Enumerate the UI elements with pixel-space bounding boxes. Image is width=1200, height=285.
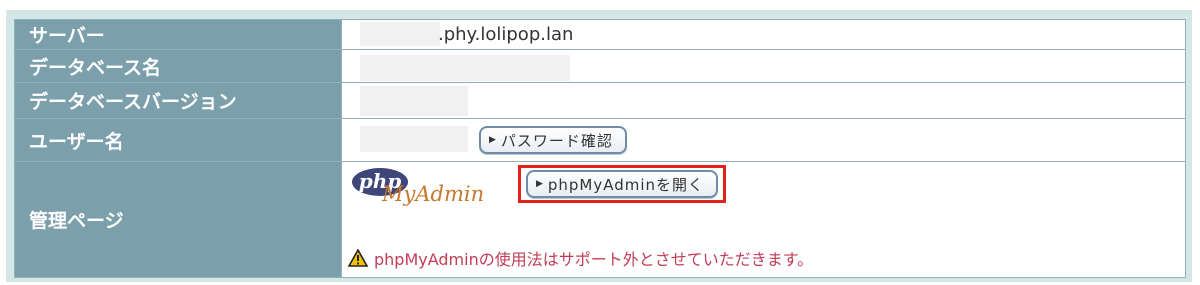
label-db-version: データベースバージョン bbox=[14, 82, 342, 119]
label-user-name: ユーザー名 bbox=[14, 118, 342, 162]
redacted-block bbox=[360, 86, 468, 116]
warning-text: phpMyAdminの使用法はサポート外とさせていただきます。 bbox=[374, 250, 814, 269]
label-server: サーバー bbox=[14, 19, 342, 50]
password-confirm-button[interactable]: ▶ パスワード確認 bbox=[479, 126, 627, 154]
value-db-name bbox=[341, 49, 1186, 83]
play-icon: ▶ bbox=[535, 179, 544, 189]
open-phpmyadmin-highlight: ▶ phpMyAdminを開く bbox=[518, 165, 726, 203]
play-icon: ▶ bbox=[489, 135, 497, 145]
warning-icon bbox=[348, 249, 368, 267]
open-phpmyadmin-label: phpMyAdminを開く bbox=[547, 175, 705, 194]
value-user-name: ▶ パスワード確認 bbox=[341, 118, 1186, 162]
password-confirm-label: パスワード確認 bbox=[500, 131, 613, 150]
value-server: .phy.lolipop.lan bbox=[341, 19, 1186, 50]
label-db-name: データベース名 bbox=[14, 49, 342, 83]
redacted-block bbox=[360, 55, 570, 81]
unsupported-warning: phpMyAdminの使用法はサポート外とさせていただきます。 bbox=[348, 246, 813, 270]
redacted-block bbox=[360, 22, 440, 46]
table-row-db-name: データベース名 bbox=[14, 49, 1186, 83]
table-row-user: ユーザー名 ▶ パスワード確認 bbox=[14, 118, 1186, 162]
table-row-admin: 管理ページ php MyAdmin ▶ phpMyAdminを開く phpMyA… bbox=[14, 161, 1186, 278]
value-admin-page: php MyAdmin ▶ phpMyAdminを開く phpMyAdminの使… bbox=[341, 161, 1186, 278]
server-hostname: .phy.lolipop.lan bbox=[438, 24, 574, 45]
redacted-block bbox=[360, 126, 468, 152]
database-info-table: サーバー .phy.lolipop.lan データベース名 データベースバージョ… bbox=[14, 19, 1186, 278]
value-db-version bbox=[341, 82, 1186, 119]
table-row-server: サーバー .phy.lolipop.lan bbox=[14, 19, 1186, 50]
open-phpmyadmin-button[interactable]: ▶ phpMyAdminを開く bbox=[525, 170, 719, 198]
table-row-db-version: データベースバージョン bbox=[14, 82, 1186, 119]
label-admin-page: 管理ページ bbox=[14, 161, 342, 278]
phpmyadmin-logo-text: MyAdmin bbox=[382, 182, 485, 206]
